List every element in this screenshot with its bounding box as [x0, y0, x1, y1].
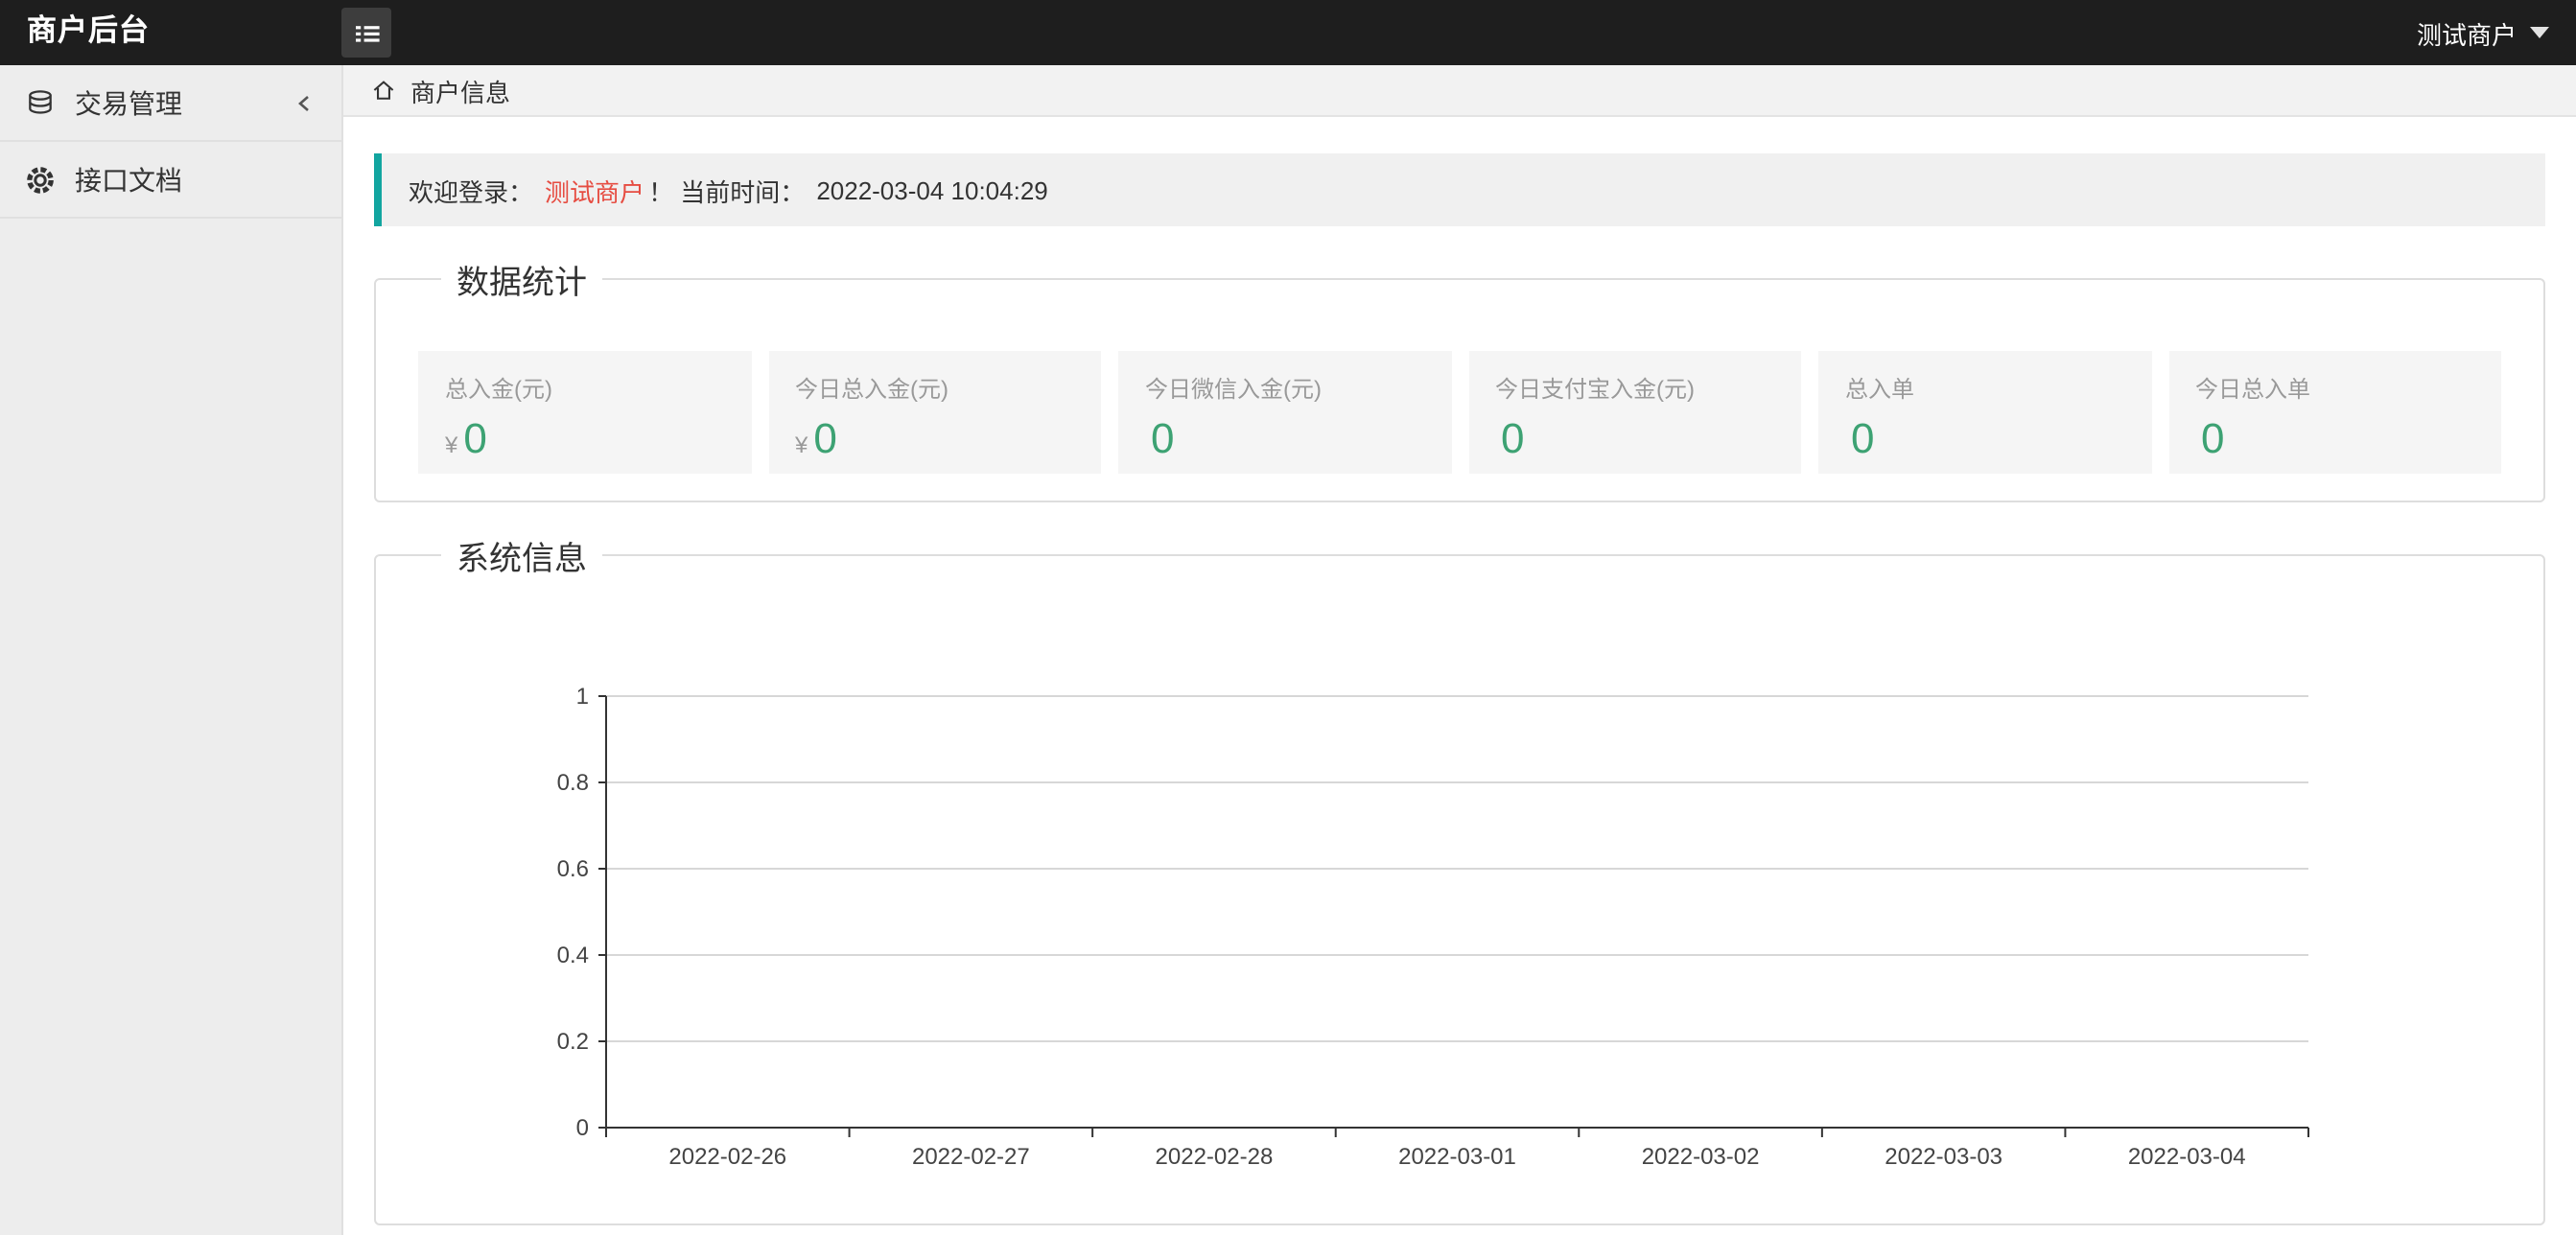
sidebar-item-label: 交易管理 — [75, 83, 182, 122]
database-icon — [25, 87, 56, 118]
svg-text:2022-02-26: 2022-02-26 — [668, 1144, 786, 1166]
svg-text:0.2: 0.2 — [557, 1029, 589, 1055]
chart-canvas: 0 0.2 0.4 0.6 0.8 1 2022-02-26 2022-02-27 2022-0… — [418, 606, 2501, 1166]
sidebar-item-transactions[interactable]: 交易管理 — [0, 65, 341, 142]
system-info-title: 系统信息 — [441, 531, 602, 579]
sidebar: 交易管理 接口文档 — [0, 65, 343, 1235]
sidebar-item-label: 接口文档 — [75, 160, 182, 198]
user-name: 测试商户 — [2417, 14, 2517, 51]
stat-card-today-orders: 今日总入单 0 — [2168, 351, 2501, 474]
stats-panel-title: 数据统计 — [441, 255, 602, 303]
svg-text:2022-03-04: 2022-03-04 — [2128, 1144, 2246, 1166]
stat-card-today-deposit: 今日总入金(元) ¥0 — [768, 351, 1101, 474]
stat-label: 总入金(元) — [445, 372, 724, 405]
svg-text:2022-02-28: 2022-02-28 — [1156, 1144, 1274, 1166]
system-info-panel: 系统信息 0 0.2 0.4 0.6 0.8 1 2022-02-26 2022-02-27 2… — [374, 531, 2545, 1225]
breadcrumb-label[interactable]: 商户信息 — [410, 72, 510, 108]
stats-panel: 数据统计 总入金(元) ¥0 今日总入金(元) ¥0 今日微信入金(元) 0 今… — [374, 255, 2545, 502]
user-dropdown[interactable]: 测试商户 — [2417, 0, 2549, 65]
svg-text:0.8: 0.8 — [557, 770, 589, 796]
currency-symbol: ¥ — [445, 431, 457, 458]
stat-card-today-alipay: 今日支付宝入金(元) 0 — [1468, 351, 1801, 474]
currency-symbol: ¥ — [795, 431, 808, 458]
stat-card-today-wechat: 今日微信入金(元) 0 — [1118, 351, 1451, 474]
topbar: 商户后台 测试商户 — [0, 0, 2576, 65]
stat-value: 0 — [813, 414, 837, 464]
stat-label: 今日总入金(元) — [795, 372, 1074, 405]
stat-value: 0 — [1501, 414, 1525, 464]
line-chart: 0 0.2 0.4 0.6 0.8 1 2022-02-26 2022-02-27 2022-0… — [418, 606, 2501, 1166]
svg-text:2022-03-01: 2022-03-01 — [1398, 1144, 1516, 1166]
welcome-merchant-name: 测试商户 — [545, 172, 644, 208]
svg-text:0.6: 0.6 — [557, 856, 589, 882]
sidebar-toggle-button[interactable] — [341, 8, 391, 58]
chevron-down-icon — [2530, 27, 2549, 38]
chevron-left-icon — [293, 91, 316, 114]
svg-text:2022-02-27: 2022-02-27 — [912, 1144, 1030, 1166]
stat-value: 0 — [463, 414, 487, 464]
app-window: 商户后台 测试商户 交易管理 — [0, 0, 2576, 1235]
sidebar-item-api-docs[interactable]: 接口文档 — [0, 142, 341, 219]
list-menu-icon — [352, 18, 381, 47]
main-content: 欢迎登录： 测试商户 ！ 当前时间： 2022-03-04 10:04:29 数… — [343, 117, 2576, 1235]
app-title: 商户后台 — [27, 0, 150, 65]
welcome-current-time: 2022-03-04 10:04:29 — [816, 175, 1047, 204]
svg-text:2022-03-02: 2022-03-02 — [1642, 1144, 1760, 1166]
home-icon — [370, 77, 397, 104]
stat-card-total-orders: 总入单 0 — [1818, 351, 2151, 474]
welcome-middle: ！ 当前时间： — [648, 172, 805, 208]
welcome-prefix: 欢迎登录： — [409, 172, 533, 208]
stat-value: 0 — [1851, 414, 1875, 464]
stat-label: 今日总入单 — [2195, 372, 2474, 405]
svg-text:2022-03-03: 2022-03-03 — [1885, 1144, 2002, 1166]
breadcrumb: 商户信息 — [343, 65, 2576, 117]
stat-value: 0 — [1151, 414, 1175, 464]
svg-text:0.4: 0.4 — [557, 943, 589, 968]
stat-label: 今日微信入金(元) — [1145, 372, 1424, 405]
svg-text:1: 1 — [576, 684, 589, 710]
gear-icon — [25, 164, 56, 195]
stat-label: 今日支付宝入金(元) — [1495, 372, 1774, 405]
stat-label: 总入单 — [1845, 372, 2124, 405]
stat-value: 0 — [2201, 414, 2225, 464]
welcome-banner: 欢迎登录： 测试商户 ！ 当前时间： 2022-03-04 10:04:29 — [374, 153, 2545, 226]
svg-text:0: 0 — [576, 1115, 589, 1141]
stat-card-total-deposit: 总入金(元) ¥0 — [418, 351, 751, 474]
stat-cards-row: 总入金(元) ¥0 今日总入金(元) ¥0 今日微信入金(元) 0 今日支付宝入… — [418, 351, 2501, 474]
